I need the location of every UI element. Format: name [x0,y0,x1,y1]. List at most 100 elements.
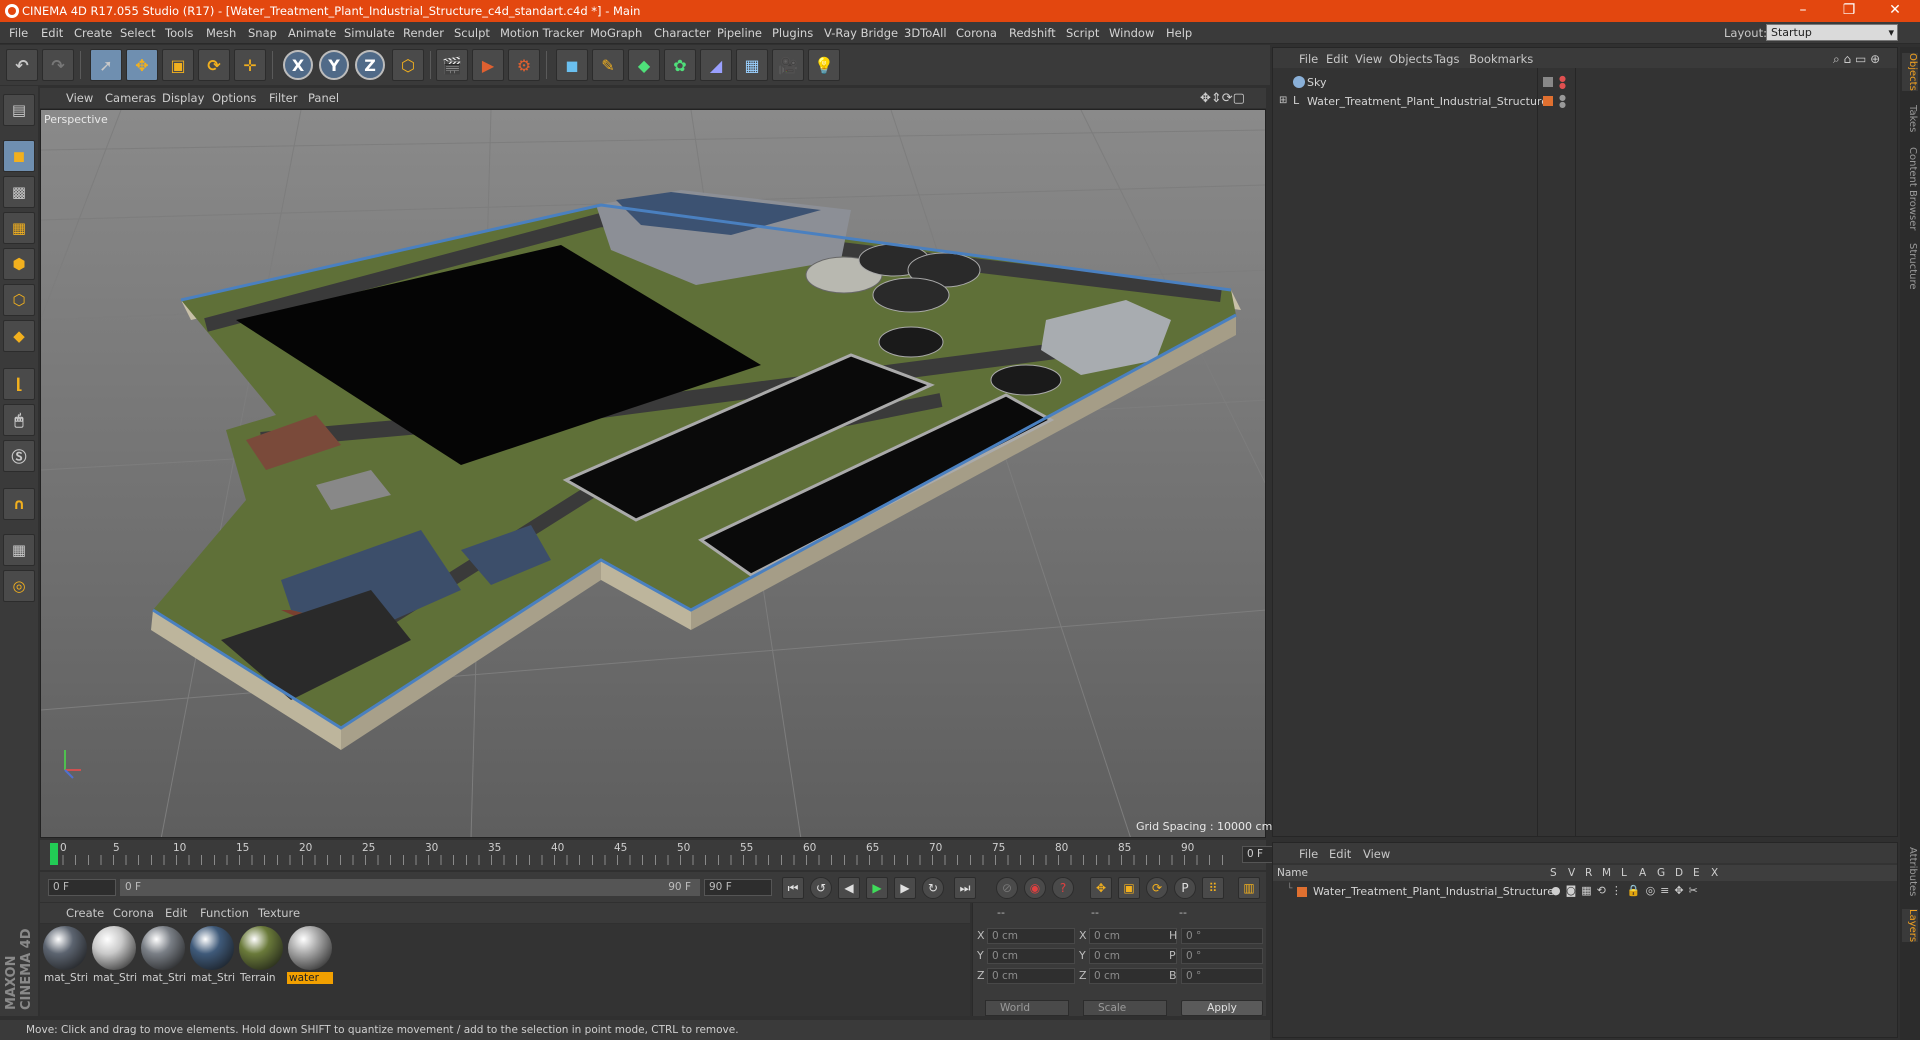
move-tool-icon[interactable]: ✥ [126,49,158,81]
key-position-icon[interactable]: ✥ [1090,877,1112,899]
object-row-sky[interactable]: Sky ● ● [1273,74,1897,92]
rotate-tool-icon[interactable]: ⟳ [198,49,230,81]
menu-select[interactable]: Select [120,26,155,40]
y-axis-lock-icon[interactable]: Y [319,50,349,80]
material-menu-function[interactable]: Function [200,906,249,920]
previous-key-icon[interactable]: ↺ [810,877,832,899]
render-view-icon[interactable]: 🎬 [436,49,468,81]
coordinate-mode-select[interactable]: Scale [1083,1000,1167,1016]
visibility-dots-icon[interactable]: ● ● [1559,75,1566,90]
menu-mesh[interactable]: Mesh [206,26,236,40]
menu-vray-bridge[interactable]: V-Ray Bridge [824,26,898,40]
menu-character[interactable]: Character [654,26,711,40]
material-menu-texture[interactable]: Texture [258,906,300,920]
layer-color-swatch[interactable] [1297,887,1307,897]
timeline-ruler[interactable]: 0 5 10 15 20 25 30 35 40 45 50 55 60 65 … [40,840,1304,870]
last-tool-icon[interactable]: ✛ [234,49,266,81]
camera-icon[interactable]: 🎥 [772,49,804,81]
lm-menu-view[interactable]: View [1363,847,1390,861]
om-menu-tags[interactable]: Tags [1434,52,1459,66]
redo-icon[interactable]: ↷ [42,49,74,81]
z-axis-lock-icon[interactable]: Z [355,50,385,80]
om-menu-edit[interactable]: Edit [1326,52,1348,66]
material-swatch[interactable]: mat_Stri [189,926,235,988]
key-point-level-icon[interactable]: ⠿ [1202,877,1224,899]
menu-redshift[interactable]: Redshift [1009,26,1056,40]
play-icon[interactable]: ▶ [866,877,888,899]
om-menu-file[interactable]: File [1299,52,1318,66]
position-y-field[interactable]: 0 cm [987,948,1075,964]
workplane-mode-icon[interactable]: ▦ [3,212,35,244]
om-menu-bookmarks[interactable]: Bookmarks [1469,52,1533,66]
edit-render-settings-icon[interactable]: ⚙ [508,49,540,81]
floor-icon[interactable]: ▦ [736,49,768,81]
viewport-navigation-icon[interactable]: ✥⇕⟳▢ [1200,91,1245,106]
render-picture-viewer-icon[interactable]: ▶ [472,49,504,81]
tab-content-browser[interactable]: Content Browser [1902,147,1918,230]
cube-primitive-icon[interactable]: ◼ [556,49,588,81]
material-swatch[interactable]: mat_Stri [140,926,186,988]
viewport-menu-view[interactable]: View [66,91,93,105]
layout-select[interactable]: Startup [1766,24,1898,41]
edges-mode-icon[interactable]: ⬡ [3,284,35,316]
polygons-mode-icon[interactable]: ◆ [3,320,35,352]
material-swatch-selected[interactable]: water [287,926,333,988]
viewport-menu-filter[interactable]: Filter [269,91,297,105]
timeline-window-icon[interactable]: ▥ [1238,877,1260,899]
tab-attributes[interactable]: Attributes [1902,847,1918,896]
model-mode-icon[interactable]: ◼ [3,140,35,172]
scale-tool-icon[interactable]: ▣ [162,49,194,81]
menu-create[interactable]: Create [74,26,112,40]
rotation-h-field[interactable]: 0 ° [1181,928,1263,944]
go-to-end-icon[interactable]: ⏭ [954,877,976,899]
frame-range-slider[interactable]: 0 F 90 F [120,879,700,896]
previous-frame-icon[interactable]: ◀ [838,877,860,899]
pen-spline-icon[interactable]: ✎ [592,49,624,81]
make-editable-icon[interactable]: ▤ [3,94,35,126]
menu-file[interactable]: File [9,26,28,40]
tab-objects[interactable]: Objects [1902,53,1918,91]
points-mode-icon[interactable]: ⬢ [3,248,35,280]
size-y-field[interactable]: 0 cm [1089,948,1177,964]
cloner-icon[interactable]: ✿ [664,49,696,81]
visibility-dots-icon[interactable]: ● ● [1559,94,1566,109]
menu-animate[interactable]: Animate [288,26,336,40]
start-frame-field[interactable]: 0 F [48,879,116,896]
search-icon[interactable]: ⌕ ⌂ ▭ ⊕ [1833,52,1880,67]
menu-script[interactable]: Script [1066,26,1099,40]
material-swatch[interactable]: mat_Stri [91,926,137,988]
material-swatch[interactable]: mat_Stri [42,926,88,988]
menu-pipeline[interactable]: Pipeline [717,26,762,40]
viewport-menu-cameras[interactable]: Cameras [105,91,156,105]
object-row-water-treatment-plant[interactable]: ⊞ L Water_Treatment_Plant_Industrial_Str… [1273,93,1897,111]
menu-snap[interactable]: Snap [248,26,277,40]
coordinate-space-select[interactable]: World [985,1000,1069,1016]
rotation-b-field[interactable]: 0 ° [1181,968,1263,984]
expand-icon[interactable]: ⊞ [1279,95,1287,106]
lm-menu-file[interactable]: File [1299,847,1318,861]
record-icon[interactable]: ◉ [1024,877,1046,899]
position-z-field[interactable]: 0 cm [987,968,1075,984]
material-menu-corona[interactable]: Corona [113,906,154,920]
om-menu-view[interactable]: View [1355,52,1382,66]
layer-toggle-icons[interactable]: ●◙▦⟲⋮🔒◎≡✥✂ [1551,884,1703,897]
material-menu-edit[interactable]: Edit [165,906,187,920]
menu-render[interactable]: Render [403,26,444,40]
layer-color-icon[interactable] [1543,96,1553,106]
menu-plugins[interactable]: Plugins [772,26,813,40]
menu-mograph[interactable]: MoGraph [590,26,642,40]
subdivision-surface-icon[interactable]: ◆ [628,49,660,81]
viewport-menu-panel[interactable]: Panel [308,91,339,105]
texture-mode-icon[interactable]: ▩ [3,176,35,208]
display-tag-icon[interactable] [1543,77,1553,87]
tab-takes[interactable]: Takes [1902,105,1918,132]
menu-3dtoall[interactable]: 3DToAll [904,26,947,40]
lm-menu-edit[interactable]: Edit [1329,847,1351,861]
max-frame-field[interactable]: 90 F [704,879,772,896]
next-frame-icon[interactable]: ▶ [894,877,916,899]
position-x-field[interactable]: 0 cm [987,928,1075,944]
menu-sculpt[interactable]: Sculpt [454,26,490,40]
om-menu-objects[interactable]: Objects [1389,52,1432,66]
next-key-icon[interactable]: ↻ [922,877,944,899]
material-swatch[interactable]: Terrain [238,926,284,988]
